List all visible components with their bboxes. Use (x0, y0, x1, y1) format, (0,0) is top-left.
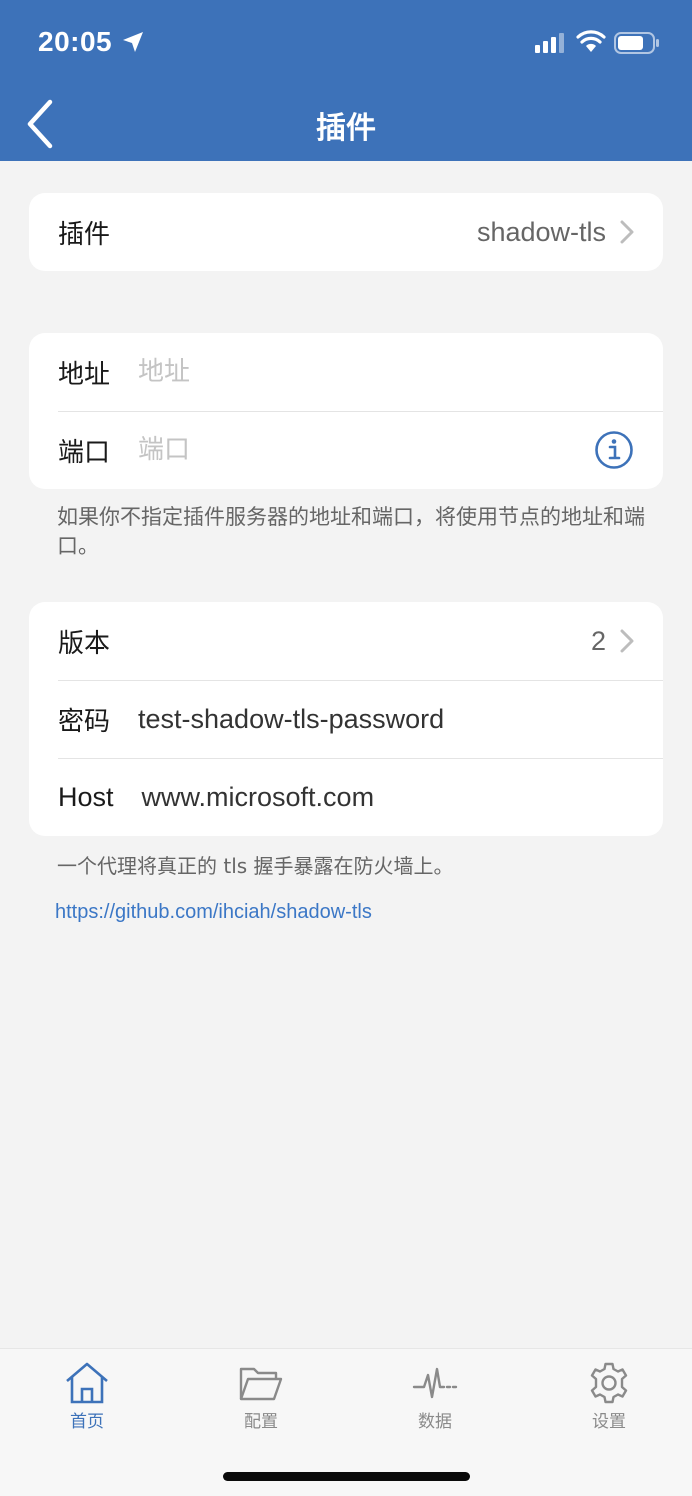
password-row[interactable]: 密码 test-shadow-tls-password (29, 680, 663, 758)
tab-config-label: 配置 (244, 1412, 278, 1432)
port-label: 端口 (58, 437, 111, 468)
github-link[interactable]: https://github.com/ihciah/shadow-tls (55, 901, 372, 924)
plugin-value: shadow-tls (476, 216, 606, 247)
tab-home[interactable]: 首页 (37, 1361, 137, 1432)
chevron-right-icon (620, 629, 634, 653)
address-row: 地址 (29, 333, 663, 411)
info-icon[interactable] (594, 430, 634, 470)
host-field[interactable]: www.microsoft.com (142, 782, 375, 813)
host-row[interactable]: Host www.microsoft.com (29, 758, 663, 836)
chevron-right-icon (620, 220, 634, 244)
navigation-header: 20:05 插件 (0, 0, 692, 161)
tab-data[interactable]: 数据 (385, 1361, 485, 1432)
home-indicator (223, 1472, 470, 1481)
host-label: Host (58, 781, 114, 812)
server-address-card: 地址 端口 (29, 333, 663, 489)
tab-config[interactable]: 配置 (211, 1361, 311, 1432)
port-row: 端口 (29, 411, 663, 489)
folder-icon (239, 1367, 283, 1401)
version-label: 版本 (58, 628, 111, 659)
plugin-label: 插件 (58, 219, 111, 250)
version-row[interactable]: 版本 2 (29, 602, 663, 680)
status-time: 20:05 (38, 26, 113, 57)
cellular-signal-icon (535, 33, 564, 53)
gear-icon (590, 1362, 628, 1404)
tab-data-label: 数据 (418, 1412, 452, 1432)
shadow-tls-settings-card: 版本 2 密码 test-shadow-tls-password Host ww… (29, 602, 663, 836)
version-value: 2 (590, 625, 606, 656)
location-arrow-icon (123, 32, 143, 52)
address-input[interactable] (138, 357, 634, 387)
password-field[interactable]: test-shadow-tls-password (138, 704, 444, 735)
plugin-row[interactable]: 插件 shadow-tls (29, 193, 663, 271)
page-title: 插件 (316, 111, 376, 146)
tab-home-label: 首页 (70, 1412, 104, 1432)
password-label: 密码 (58, 706, 111, 737)
address-label: 地址 (58, 359, 111, 390)
port-input[interactable] (138, 435, 594, 465)
plugin-card: 插件 shadow-tls (29, 193, 663, 271)
battery-icon (614, 32, 659, 54)
pulse-icon (412, 1367, 458, 1399)
home-icon (66, 1362, 108, 1404)
wifi-icon (576, 30, 606, 52)
tab-settings[interactable]: 设置 (559, 1361, 659, 1432)
tab-settings-label: 设置 (592, 1412, 626, 1432)
address-footnote: 如果你不指定插件服务器的地址和端口，将使用节点的地址和端口。 (57, 505, 645, 558)
plugin-description: 一个代理将真正的 tls 握手暴露在防火墙上。 (57, 854, 454, 878)
